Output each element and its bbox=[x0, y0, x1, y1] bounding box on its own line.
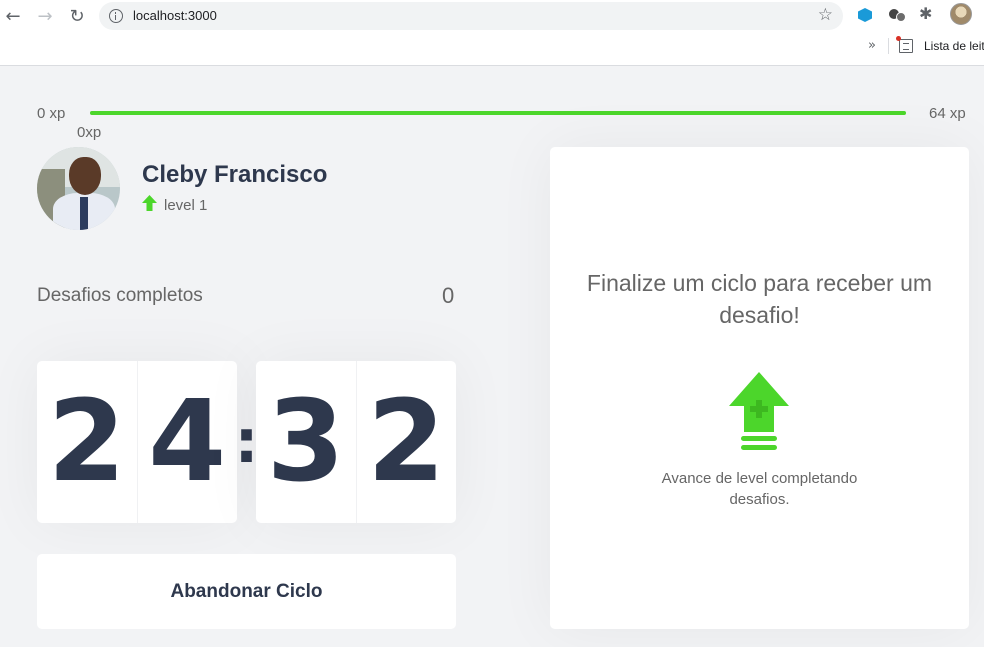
challenge-box-title: Finalize um ciclo para receber um desafi… bbox=[586, 270, 933, 328]
xp-progress-fill bbox=[90, 111, 906, 115]
challenge-box-description: Avance de level completando desafios. bbox=[661, 470, 858, 508]
xp-max-label: 64 xp bbox=[929, 105, 966, 122]
xp-min-label: 0 xp bbox=[37, 105, 66, 122]
abandon-cycle-button[interactable]: Abandonar Ciclo bbox=[37, 554, 456, 629]
back-icon[interactable]: ← bbox=[1, 4, 25, 28]
bookmark-star-icon[interactable]: ☆ bbox=[818, 5, 833, 25]
reading-list-icon[interactable] bbox=[896, 36, 913, 53]
countdown-minutes: 2 4 bbox=[37, 361, 237, 523]
countdown-digit: 2 bbox=[367, 377, 446, 507]
avatar bbox=[37, 147, 120, 230]
level-up-arrow-icon bbox=[729, 372, 789, 450]
reading-list-label[interactable]: Lista de leit bbox=[924, 39, 984, 53]
forward-icon[interactable]: → bbox=[33, 4, 57, 28]
countdown-digit: 2 bbox=[37, 361, 138, 523]
countdown-digit: 4 bbox=[148, 377, 227, 507]
countdown-separator: : bbox=[234, 407, 259, 477]
extension-circles-icon[interactable] bbox=[887, 5, 907, 25]
extension-hex-icon[interactable] bbox=[855, 5, 875, 25]
reload-icon[interactable]: ↻ bbox=[65, 4, 89, 28]
profile-name: Cleby Francisco bbox=[142, 161, 328, 188]
extensions-puzzle-icon[interactable]: ✱ bbox=[919, 4, 932, 23]
countdown-digit: 3 bbox=[256, 361, 357, 523]
url-text[interactable]: localhost:3000 bbox=[133, 8, 217, 23]
browser-chrome: ← → ↻ localhost:3000 ☆ ✱ » Lista de leit bbox=[0, 0, 984, 66]
profile-avatar-icon[interactable] bbox=[950, 3, 972, 25]
bookmarks-divider bbox=[888, 38, 889, 54]
completed-challenges-label: Desafios completos bbox=[37, 285, 203, 306]
level-up-icon bbox=[142, 195, 157, 211]
challenge-box: Finalize um ciclo para receber um desafi… bbox=[550, 147, 969, 629]
bookmarks-overflow-icon[interactable]: » bbox=[868, 38, 876, 53]
address-bar[interactable]: localhost:3000 ☆ bbox=[99, 2, 843, 30]
site-info-icon[interactable] bbox=[109, 9, 123, 23]
xp-current-label: 0xp bbox=[77, 124, 102, 141]
countdown-seconds: 3 2 bbox=[256, 361, 456, 523]
xp-progress-bar bbox=[90, 111, 906, 115]
profile-level: level 1 bbox=[164, 197, 208, 214]
completed-challenges-count: 0 bbox=[442, 283, 455, 308]
